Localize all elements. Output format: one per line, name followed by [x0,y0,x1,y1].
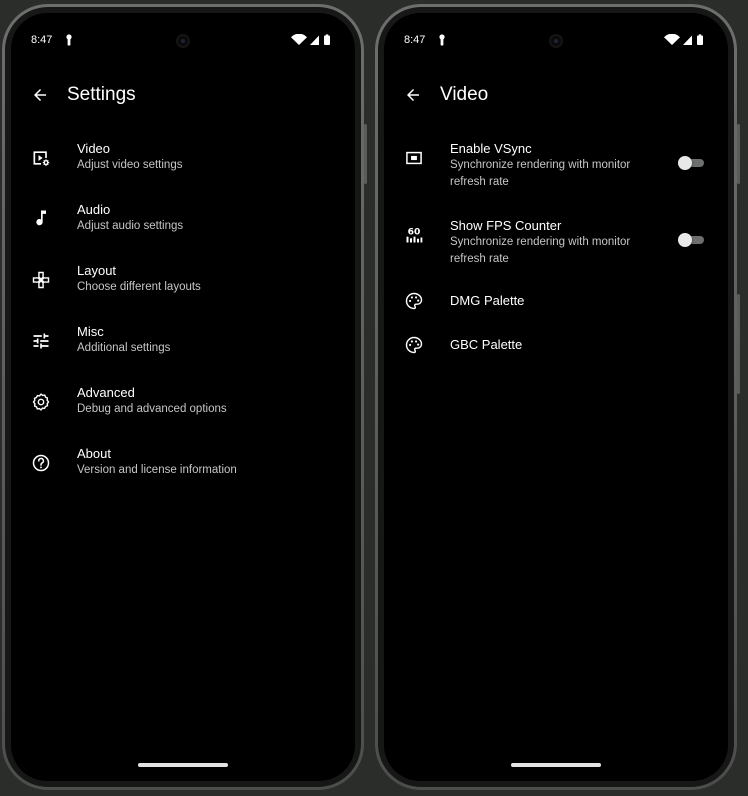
video-settings-screen: 8:47 Video Enable VSync Synchronize rend… [384,13,728,781]
settings-item-description: Choose different layouts [77,281,201,293]
status-time: 8:47 [404,34,426,46]
app-bar: Settings [11,81,355,109]
status-time: 8:47 [31,34,53,46]
settings-item-layout[interactable]: Layout Choose different layouts [11,257,355,309]
back-arrow-icon[interactable] [31,86,49,104]
setting-label: GBC Palette [450,337,523,352]
settings-item-audio[interactable]: Audio Adjust audio settings [11,196,355,248]
video-settings-icon [33,151,50,166]
setting-dmg-palette[interactable]: DMG Palette [384,283,728,319]
setting-fps-counter[interactable]: 60 Show FPS Counter Synchronize renderin… [384,212,728,276]
home-gesture-bar[interactable] [511,763,601,767]
settings-item-label: Layout [77,263,117,278]
settings-item-label: Advanced [77,385,135,400]
front-camera [549,34,563,48]
settings-item-description: Debug and advanced options [77,403,227,415]
settings-item-misc[interactable]: Misc Additional settings [11,318,355,370]
settings-item-label: Audio [77,202,111,217]
page-title: Settings [67,84,136,105]
back-arrow-icon[interactable] [404,86,422,104]
setting-description: Synchronize rendering with monitor [450,236,631,248]
settings-item-about[interactable]: About Version and license information [11,440,355,492]
settings-item-label: About [77,446,111,461]
settings-item-video[interactable]: Video Adjust video settings [11,135,355,187]
battery-icon [697,35,703,45]
tune-sliders-icon [33,333,49,349]
svg-text:60: 60 [408,227,421,238]
phone-frame-left: 8:47 Settings Video Adjust video setting… [2,4,367,790]
settings-item-advanced[interactable]: Advanced Debug and advanced options [11,379,355,431]
battery-icon [324,35,330,45]
wifi-icon [664,34,680,45]
setting-label: DMG Palette [450,293,525,308]
app-bar: Video [384,81,728,109]
setting-gbc-palette[interactable]: GBC Palette [384,327,728,363]
volume-button [737,294,740,394]
signal-icon [310,35,319,45]
status-icons [664,34,703,45]
settings-item-description: Adjust audio settings [77,220,184,232]
settings-item-label: Video [77,141,111,156]
settings-item-description: Adjust video settings [77,159,183,171]
settings-item-label: Misc [77,324,104,339]
front-camera [176,34,190,48]
setting-description-cont: refresh rate [450,253,509,265]
signal-icon [683,35,692,45]
page-title: Video [440,84,489,105]
vsync-toggle[interactable] [678,156,704,170]
gamepad-icon [32,271,50,289]
home-gesture-bar[interactable] [138,763,228,767]
fps-60-icon: 60 [406,227,423,243]
power-button [737,124,740,184]
setting-description: Synchronize rendering with monitor [450,159,631,171]
settings-item-description: Additional settings [77,342,171,354]
palette-icon [405,292,423,310]
help-circle-icon [32,454,50,472]
status-icons [291,34,330,45]
gear-icon [32,393,50,411]
notification-icon [66,34,72,46]
settings-item-description: Version and license information [77,464,237,476]
palette-icon [405,336,423,354]
screenshot-stage: 8:47 Settings Video Adjust video setting… [0,0,748,796]
display-icon [406,151,422,165]
notification-icon [439,34,445,46]
setting-label: Show FPS Counter [450,218,562,233]
toggle-thumb [678,156,692,170]
wifi-icon [291,34,307,45]
toggle-thumb [678,233,692,247]
setting-vsync[interactable]: Enable VSync Synchronize rendering with … [384,135,728,199]
settings-screen: 8:47 Settings Video Adjust video setting… [11,13,355,781]
phone-frame-right: 8:47 Video Enable VSync Synchronize rend… [375,4,740,790]
fps-counter-toggle[interactable] [678,233,704,247]
power-button [364,124,367,184]
setting-description-cont: refresh rate [450,176,509,188]
setting-label: Enable VSync [450,141,532,156]
music-note-icon [36,210,46,226]
